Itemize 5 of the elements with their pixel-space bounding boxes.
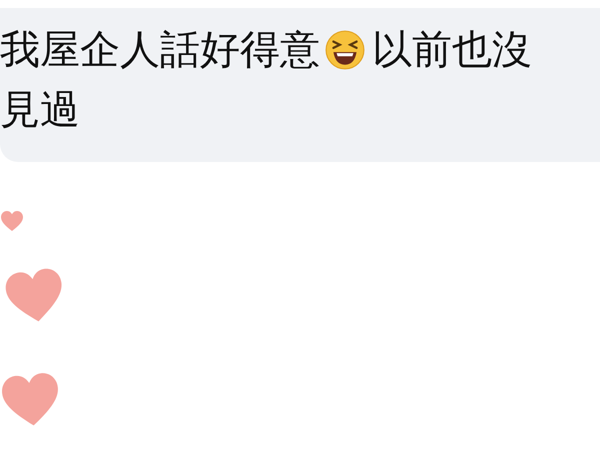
heart-icon <box>0 210 24 232</box>
message-text: 見過 <box>0 86 81 135</box>
message-text: 以前也沒 <box>372 26 532 75</box>
laughing-emoji-icon <box>324 29 366 71</box>
message-text: 我屋企人話好得意 <box>0 26 320 75</box>
